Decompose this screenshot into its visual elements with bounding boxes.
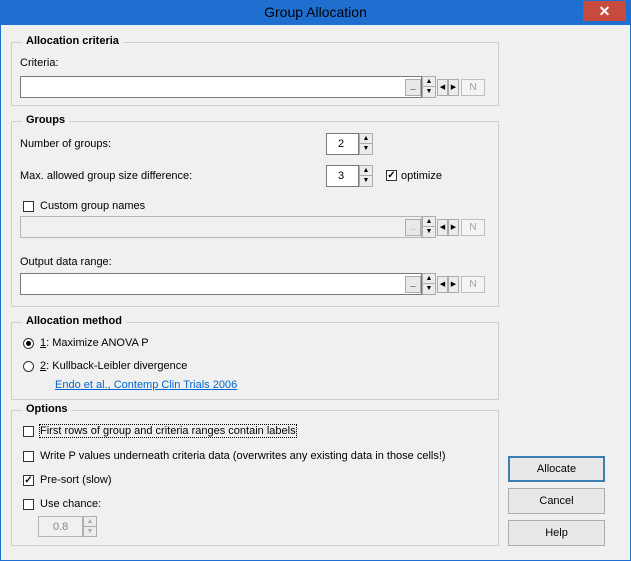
num-groups-spinner[interactable]: ▲ ▼	[359, 133, 373, 155]
cancel-button[interactable]: Cancel	[508, 488, 605, 514]
custom-names-label: Custom group names	[40, 200, 146, 212]
num-groups-input[interactable]: 2	[326, 133, 359, 155]
chance-input: 0.8	[38, 516, 83, 537]
custom-names-input	[20, 216, 422, 238]
criteria-right-arrow-icon[interactable]: ▶	[448, 79, 459, 96]
write-p-checkbox[interactable]	[23, 451, 34, 462]
options-legend: Options	[22, 403, 72, 415]
allocate-button[interactable]: Allocate	[508, 456, 605, 482]
custom-names-n-button: N	[461, 219, 485, 236]
num-groups-value: 2	[338, 138, 345, 150]
groups-legend: Groups	[22, 114, 70, 126]
help-button[interactable]: Help	[508, 520, 605, 546]
close-icon: ✕	[598, 3, 611, 19]
criteria-input[interactable]	[20, 76, 422, 98]
dialog-client-area: Allocation criteria Criteria: _ ▲ ▼ ◀ ▶ …	[8, 26, 623, 554]
num-groups-label: Number of groups:	[20, 138, 112, 150]
criteria-updown[interactable]: ▲ ▼	[422, 76, 436, 98]
collapse-icon: _	[410, 80, 416, 91]
presort-checkbox[interactable]: ✓	[23, 475, 34, 486]
allocation-method-legend: Allocation method	[22, 315, 126, 327]
method-label-2: 2: Kullback-Leibler divergence	[40, 360, 187, 372]
optimize-checkbox[interactable]: ✓	[386, 170, 397, 181]
spin-down-icon[interactable]: ▼	[360, 144, 372, 154]
output-updown[interactable]: ▲ ▼	[422, 273, 436, 295]
criteria-label: Criteria:	[20, 57, 59, 69]
method-radio-1[interactable]	[23, 338, 34, 349]
custom-names-right-arrow-icon[interactable]: ▶	[448, 219, 459, 236]
criteria-collapse-button[interactable]: _	[405, 79, 421, 96]
spin-up-icon[interactable]: ▲	[360, 166, 372, 176]
allocation-criteria-legend: Allocation criteria	[22, 35, 123, 47]
criteria-left-arrow-icon[interactable]: ◀	[437, 79, 448, 96]
close-button[interactable]: ✕	[583, 1, 626, 21]
method-label-1: 1: Maximize ANOVA P	[40, 337, 149, 349]
output-right-arrow-icon[interactable]: ▶	[448, 276, 459, 293]
chance-value: 0.8	[53, 521, 69, 533]
dialog-window: Group Allocation ✕ Allocation criteria C…	[0, 0, 631, 561]
groups-group: Groups Number of groups: 2 ▲ ▼ Max. allo…	[11, 114, 499, 307]
method-text-2: : Kullback-Leibler divergence	[46, 360, 188, 372]
write-p-label: Write P values underneath criteria data …	[40, 450, 446, 462]
collapse-icon: _	[410, 277, 416, 288]
arrow-down-icon[interactable]: ▼	[423, 227, 435, 237]
method-radio-2[interactable]	[23, 361, 34, 372]
max-diff-value: 3	[338, 170, 345, 182]
options-group: Options First rows of group and criteria…	[11, 403, 499, 546]
max-diff-label: Max. allowed group size difference:	[20, 170, 193, 182]
method-text-1: : Maximize ANOVA P	[46, 337, 149, 349]
output-n-button[interactable]: N	[461, 276, 485, 293]
arrow-up-icon[interactable]: ▲	[423, 274, 435, 284]
chance-spinner: ▲ ▼	[83, 516, 97, 537]
custom-names-collapse-button: _	[405, 219, 421, 236]
use-chance-checkbox[interactable]	[23, 499, 34, 510]
allocation-criteria-group: Allocation criteria Criteria: _ ▲ ▼ ◀ ▶ …	[11, 35, 499, 106]
collapse-icon: _	[410, 220, 416, 231]
spin-down-icon: ▼	[86, 527, 94, 535]
max-diff-spinner[interactable]: ▲ ▼	[359, 165, 373, 187]
custom-names-checkbox[interactable]	[23, 201, 34, 212]
spin-up-icon: ▲	[84, 517, 96, 527]
presort-label: Pre-sort (slow)	[40, 474, 112, 486]
max-diff-input[interactable]: 3	[326, 165, 359, 187]
first-rows-checkbox[interactable]	[23, 426, 34, 437]
output-range-input[interactable]	[20, 273, 422, 295]
use-chance-label: Use chance:	[40, 498, 102, 510]
first-rows-label: First rows of group and criteria ranges …	[39, 424, 297, 438]
output-range-label: Output data range:	[20, 256, 112, 268]
custom-names-updown[interactable]: ▲ ▼	[422, 216, 436, 238]
criteria-n-button[interactable]: N	[461, 79, 485, 96]
output-collapse-button[interactable]: _	[405, 276, 421, 293]
arrow-up-icon[interactable]: ▲	[423, 77, 435, 87]
output-left-arrow-icon[interactable]: ◀	[437, 276, 448, 293]
allocation-method-group: Allocation method 1: Maximize ANOVA P 2:…	[11, 315, 499, 400]
arrow-down-icon[interactable]: ▼	[423, 284, 435, 294]
arrow-up-icon[interactable]: ▲	[423, 217, 435, 227]
window-title: Group Allocation	[264, 4, 367, 20]
radio-dot	[26, 341, 31, 346]
optimize-label: optimize	[401, 170, 442, 182]
arrow-down-icon[interactable]: ▼	[423, 87, 435, 97]
reference-link[interactable]: Endo et al., Contemp Clin Trials 2006	[55, 379, 237, 391]
spin-down-icon[interactable]: ▼	[360, 176, 372, 186]
custom-names-left-arrow-icon[interactable]: ◀	[437, 219, 448, 236]
spin-up-icon[interactable]: ▲	[360, 134, 372, 144]
title-bar[interactable]: Group Allocation ✕	[1, 1, 630, 25]
allocate-button-label: Allocate	[536, 463, 577, 475]
